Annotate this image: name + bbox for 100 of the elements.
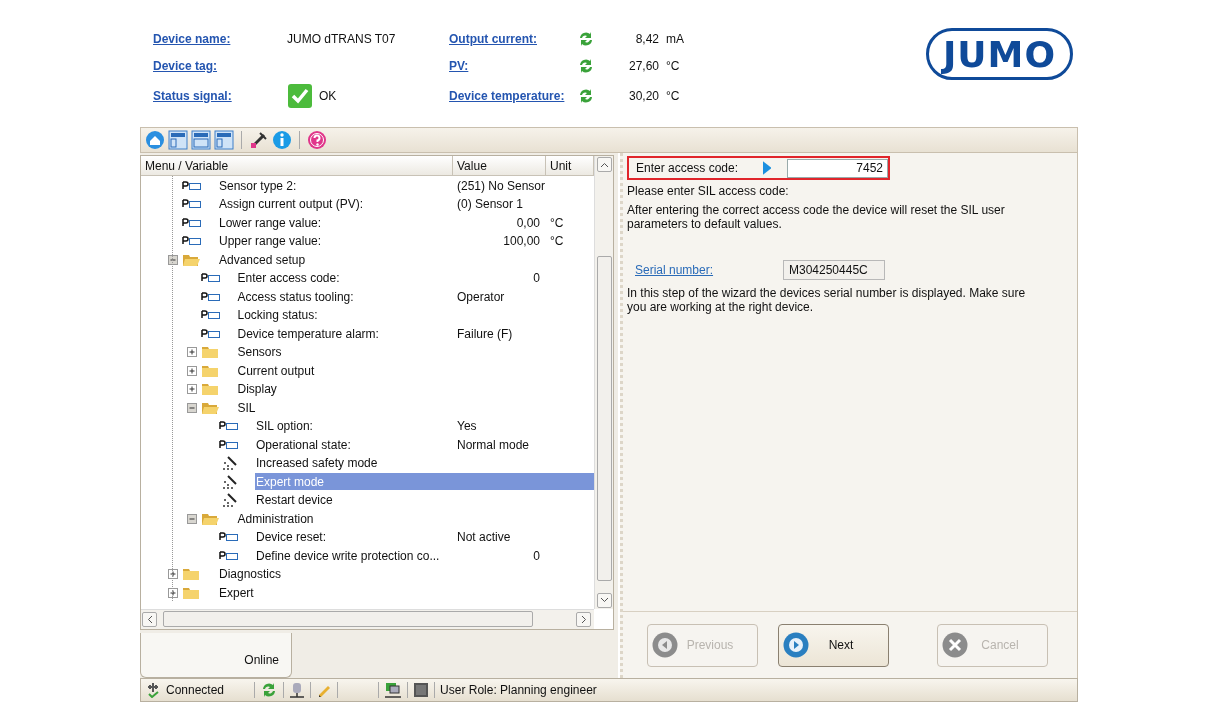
tree-item-value: Yes (456, 419, 478, 434)
field-label[interactable]: Device tag: (153, 58, 287, 73)
field-label[interactable]: Status signal: (153, 88, 287, 103)
tree-row[interactable]: Assign current output (PV): (0) Sensor 1 (218, 195, 594, 213)
tree-row[interactable]: Diagnostics (218, 565, 594, 583)
tree-item-label: Increased safety mode (256, 456, 379, 471)
tree-row[interactable]: Restart device (255, 491, 594, 509)
tree-row[interactable]: Sensor type 2: (251) No Sensor (218, 177, 594, 195)
tree-item-label: Expert mode (256, 474, 326, 489)
folder-icon (200, 400, 220, 415)
tree-row[interactable]: SIL option: Yes (255, 417, 594, 435)
network-icon[interactable] (384, 682, 403, 699)
jumo-logo: JUMO (925, 28, 1073, 80)
tree-row[interactable]: Administration (236, 510, 594, 528)
tree-item-label: Diagnostics (219, 567, 283, 582)
tree-row[interactable]: Current output (236, 362, 594, 380)
parameter-icon (219, 532, 239, 543)
status-value: OK (319, 88, 337, 103)
scrollbar-thumb[interactable] (163, 611, 533, 628)
field-value: JUMO dTRANS T07 (287, 31, 397, 46)
scroll-left-button[interactable] (142, 611, 157, 627)
layout-icon[interactable] (191, 129, 211, 150)
tree-row[interactable]: Lower range value: 0,00 °C (218, 214, 594, 232)
layout-icon[interactable] (214, 129, 234, 150)
tree-item-value: Operator (456, 289, 506, 304)
tool-icon[interactable] (249, 129, 269, 150)
tree-item-label: Restart device (256, 493, 334, 508)
tree-item-unit: °C (549, 215, 565, 230)
expand-icon[interactable] (186, 347, 197, 358)
help-icon[interactable] (307, 129, 327, 150)
arrow-icon (762, 161, 772, 176)
reading-value: 27,60 (627, 58, 659, 73)
tree-item-label: Device reset: (256, 530, 328, 545)
tree-item-label: Sensors (237, 345, 283, 360)
view-tab[interactable]: Online (140, 632, 292, 679)
access-code-field[interactable]: 7452 (787, 158, 888, 178)
column-header: Value (453, 156, 546, 177)
tree-row[interactable]: Enter access code: 0 (236, 269, 594, 287)
back-icon (651, 631, 679, 660)
reading-unit: °C (665, 88, 681, 103)
tree-row[interactable]: Define device write protection co... 0 (255, 547, 594, 565)
tree-item-label: SIL option: (256, 419, 314, 434)
tree-row[interactable]: SIL (236, 399, 594, 417)
expand-icon[interactable] (168, 587, 178, 598)
tree-item-label: Assign current output (PV): (219, 197, 365, 212)
collapse-icon[interactable] (168, 254, 178, 265)
tree-item-label: Current output (237, 363, 316, 378)
home-icon[interactable] (145, 129, 165, 150)
reading-label[interactable]: Output current: (449, 31, 577, 46)
folder-icon (182, 567, 200, 582)
layout-icon[interactable] (168, 129, 188, 150)
chevron-icon (599, 161, 609, 168)
tree-item-label: Define device write protection co... (256, 548, 441, 563)
connection-icon (145, 682, 161, 699)
collapse-icon[interactable] (186, 402, 197, 413)
reading-label[interactable]: Device temperature: (449, 88, 577, 103)
tree-row[interactable]: Upper range value: 100,00 °C (218, 232, 594, 250)
scroll-down-button[interactable] (596, 592, 612, 608)
tree-item-value: Not active (456, 530, 512, 545)
scrollbar-thumb[interactable] (596, 256, 612, 582)
tree-item-label: Lower range value: (219, 215, 323, 230)
tree-row[interactable]: Display (236, 380, 594, 398)
tree-item-value: 0,00 (515, 215, 541, 230)
tree-item-label: Expert (219, 585, 255, 600)
scroll-up-button[interactable] (596, 157, 612, 173)
expand-icon[interactable] (168, 569, 178, 580)
scroll-right-button[interactable] (576, 611, 591, 627)
serial-number-link[interactable]: Serial number: (635, 263, 783, 278)
close-icon (941, 631, 969, 660)
tree-row[interactable]: Sensors (236, 343, 594, 361)
tree-item-label: Upper range value: (219, 234, 323, 249)
device-icon[interactable] (289, 682, 306, 699)
next-button[interactable]: Next (778, 623, 889, 667)
field-label[interactable]: Device name: (153, 31, 287, 46)
parameter-icon (219, 439, 239, 450)
collapse-icon[interactable] (186, 513, 197, 524)
tree-row[interactable]: Device temperature alarm: Failure (F) (236, 325, 594, 343)
tree-row[interactable]: Operational state: Normal mode (255, 436, 594, 454)
stop-icon[interactable] (413, 682, 430, 699)
parameter-icon (182, 236, 202, 247)
tree-item-label: Operational state: (256, 437, 352, 452)
tree-item-label: Enter access code: (237, 271, 341, 286)
tree-row[interactable]: Increased safety mode (255, 454, 594, 472)
reading-value: 8,42 (634, 31, 659, 46)
tree-row[interactable]: Advanced setup (218, 251, 594, 269)
tree-row[interactable]: Device reset: Not active (255, 528, 594, 546)
tree-row[interactable]: Locking status: (236, 306, 594, 324)
expand-icon[interactable] (186, 384, 197, 395)
check-icon (287, 82, 313, 109)
folder-icon (182, 585, 200, 600)
expand-icon[interactable] (186, 365, 197, 376)
description-text: After entering the correct access code the device will reset the SIL user parameters to default values. (627, 203, 1006, 232)
tree-item-value: 0 (532, 548, 541, 563)
tree-item-value: 100,00 (502, 234, 541, 249)
refresh-icon (577, 29, 595, 48)
tree-row[interactable]: Expert (218, 584, 594, 602)
reading-label[interactable]: PV: (449, 58, 577, 73)
forward-icon (782, 631, 810, 660)
tree-row[interactable]: Access status tooling: Operator (236, 288, 594, 306)
parameter-icon (219, 550, 239, 561)
